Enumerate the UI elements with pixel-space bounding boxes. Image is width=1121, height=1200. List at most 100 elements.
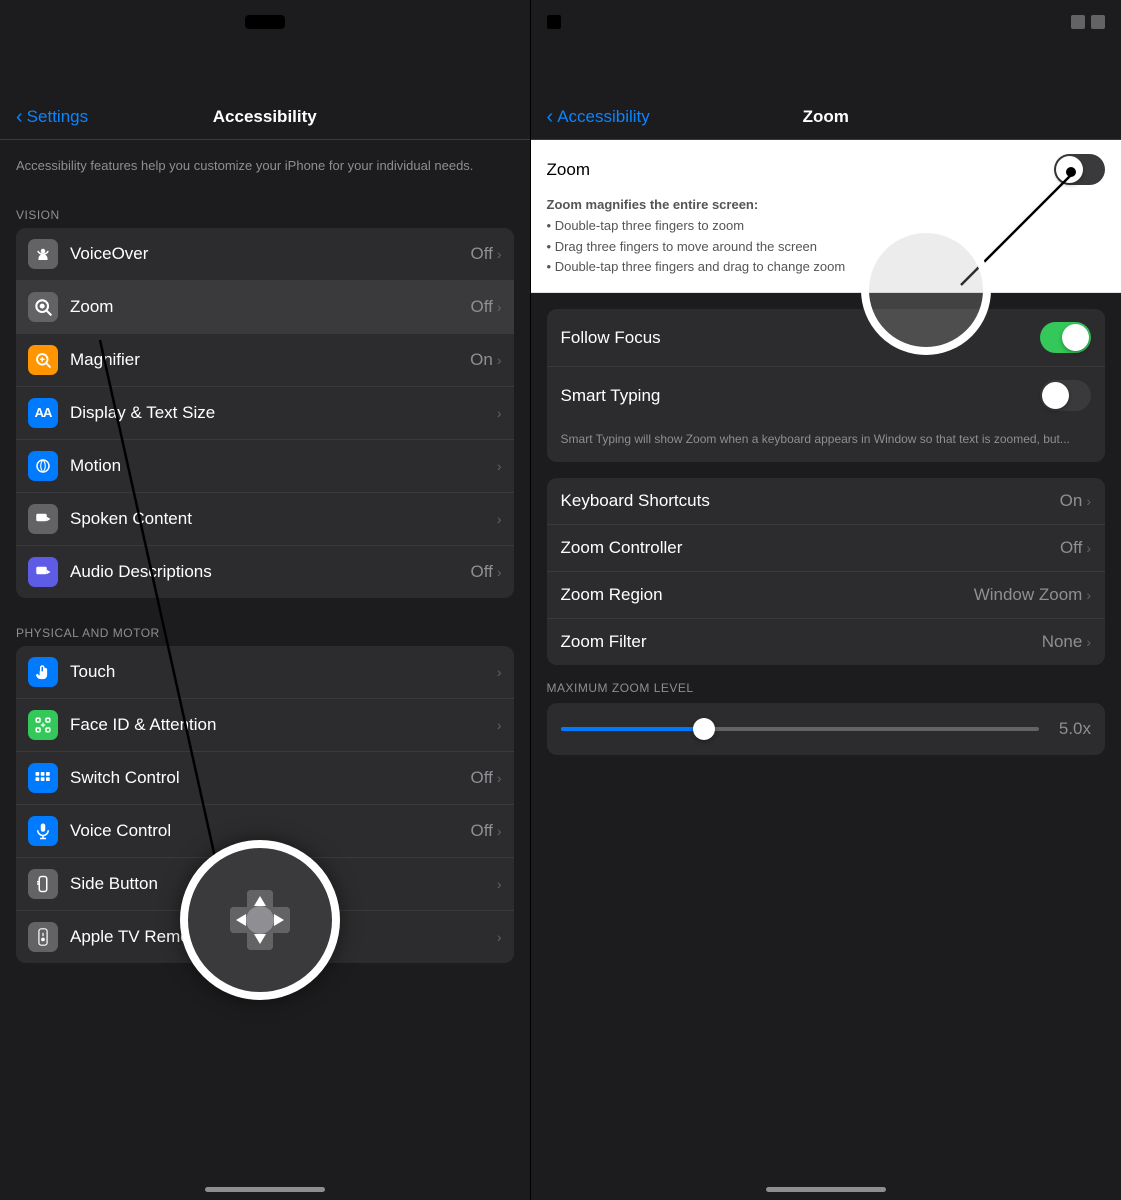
back-label: Settings — [27, 107, 88, 127]
touch-row[interactable]: Touch › — [16, 646, 514, 699]
voice-control-chevron-icon: › — [497, 823, 502, 839]
status-icon-2 — [1091, 15, 1105, 29]
side-button-icon — [28, 869, 58, 899]
zoom-desc-bold: Zoom magnifies the entire screen: — [547, 195, 1105, 216]
nav-bar-left: ‹ Settings Accessibility — [0, 44, 530, 140]
face-id-row[interactable]: Face ID & Attention › — [16, 699, 514, 752]
keyboard-shortcuts-row[interactable]: Keyboard Shortcuts On › — [547, 478, 1105, 525]
motion-row[interactable]: Motion › — [16, 440, 514, 493]
zoom-filter-label: Zoom Filter — [561, 632, 1042, 652]
voiceover-value: Off — [470, 244, 492, 264]
zoom-filter-row[interactable]: Zoom Filter None › — [547, 619, 1105, 665]
zoom-slider-fill — [561, 727, 705, 731]
zoom-region-row[interactable]: Zoom Region Window Zoom › — [547, 572, 1105, 619]
apple-tv-remote-row[interactable]: Apple TV Remote › — [16, 911, 514, 963]
display-text-size-label: Display & Text Size — [70, 403, 497, 423]
zoom-slider-thumb[interactable] — [693, 718, 715, 740]
side-button-label: Side Button — [70, 874, 497, 894]
follow-focus-label: Follow Focus — [561, 328, 1040, 348]
voiceover-icon — [28, 239, 58, 269]
accessibility-back-button[interactable]: ‹ Accessibility — [547, 107, 667, 127]
smart-typing-toggle-knob — [1042, 382, 1069, 409]
zoom-main-label: Zoom — [547, 160, 590, 180]
status-icon-1 — [1071, 15, 1085, 29]
follow-focus-row[interactable]: Follow Focus — [547, 309, 1105, 367]
zoom-label: Zoom — [70, 297, 470, 317]
zoom-toggle[interactable] — [1054, 154, 1105, 185]
zoom-max-value: 5.0x — [1051, 719, 1091, 739]
zoom-controller-row[interactable]: Zoom Controller Off › — [547, 525, 1105, 572]
max-zoom-section: MAXIMUM ZOOM LEVEL 5.0x — [547, 681, 1105, 755]
zoom-list-group: Keyboard Shortcuts On › Zoom Controller … — [547, 478, 1105, 665]
zoom-bullet-2: • Drag three fingers to move around the … — [547, 237, 1105, 258]
follow-focus-toggle[interactable] — [1040, 322, 1091, 353]
spoken-content-row[interactable]: Spoken Content › — [16, 493, 514, 546]
voiceover-label: VoiceOver — [70, 244, 470, 264]
voice-control-icon — [28, 816, 58, 846]
magnifier-row[interactable]: Magnifier On › — [16, 334, 514, 387]
smart-typing-toggle[interactable] — [1040, 380, 1091, 411]
display-text-size-chevron-icon: › — [497, 405, 502, 421]
touch-label: Touch — [70, 662, 497, 682]
apple-tv-remote-label: Apple TV Remote — [70, 927, 497, 947]
magnifier-label: Magnifier — [70, 350, 470, 370]
follow-focus-toggle-knob — [1062, 324, 1089, 351]
smart-typing-description: Smart Typing will show Zoom when a keybo… — [547, 424, 1105, 462]
touch-icon — [28, 657, 58, 687]
zoom-desc-outer: Zoom Zoom magnifies the entire screen: •… — [531, 140, 1121, 293]
chevron-left-icon: ‹ — [16, 107, 23, 127]
camera-pill-left — [245, 15, 285, 29]
home-indicator-right — [766, 1187, 886, 1192]
zoom-toggle-knob — [1056, 156, 1083, 183]
motion-label: Motion — [70, 456, 497, 476]
description-text: Accessibility features help you customiz… — [16, 156, 514, 176]
zoom-white-box: Zoom Zoom magnifies the entire screen: •… — [531, 140, 1121, 293]
zoom-icon — [28, 292, 58, 322]
zoom-value: Off — [470, 297, 492, 317]
status-icons-right — [1071, 15, 1105, 29]
spoken-content-label: Spoken Content — [70, 509, 497, 529]
page-title-right: Zoom — [667, 107, 985, 127]
zoom-controller-chevron-icon: › — [1086, 540, 1091, 556]
keyboard-shortcuts-label: Keyboard Shortcuts — [561, 491, 1060, 511]
zoom-region-value: Window Zoom — [974, 585, 1083, 605]
status-bar-left — [0, 0, 530, 44]
right-panel: ‹ Accessibility Zoom Zoom Zoom magnifies… — [531, 0, 1121, 1200]
switch-control-value: Off — [470, 768, 492, 788]
keyboard-shortcuts-chevron-icon: › — [1086, 493, 1091, 509]
spoken-content-chevron-icon: › — [497, 511, 502, 527]
back-label-right: Accessibility — [557, 107, 650, 127]
zoom-controller-value: Off — [1060, 538, 1082, 558]
display-text-size-row[interactable]: AA Display & Text Size › — [16, 387, 514, 440]
smart-typing-row[interactable]: Smart Typing — [547, 367, 1105, 424]
audio-descriptions-row[interactable]: Audio Descriptions Off › — [16, 546, 514, 598]
switch-control-icon — [28, 763, 58, 793]
magnifier-chevron-icon: › — [497, 352, 502, 368]
max-zoom-header: MAXIMUM ZOOM LEVEL — [547, 681, 1105, 703]
audio-descriptions-value: Off — [470, 562, 492, 582]
magnifier-value: On — [470, 350, 493, 370]
vision-section-header: VISION — [0, 188, 530, 228]
motion-icon — [28, 451, 58, 481]
zoom-row[interactable]: Zoom Off › — [16, 281, 514, 334]
zoom-slider-track[interactable] — [561, 727, 1039, 731]
zoom-chevron-icon: › — [497, 299, 502, 315]
accessibility-description: Accessibility features help you customiz… — [0, 140, 530, 188]
home-indicator-left — [205, 1187, 325, 1192]
side-button-row[interactable]: Side Button › — [16, 858, 514, 911]
status-bar-right — [531, 0, 1121, 44]
switch-control-label: Switch Control — [70, 768, 470, 788]
face-id-chevron-icon: › — [497, 717, 502, 733]
audio-descriptions-icon — [28, 557, 58, 587]
settings-back-button[interactable]: ‹ Settings — [16, 107, 116, 127]
audio-descriptions-chevron-icon: › — [497, 564, 502, 580]
zoom-description: Zoom magnifies the entire screen: • Doub… — [547, 195, 1105, 278]
zoom-bullet-3: • Double-tap three fingers and drag to c… — [547, 257, 1105, 278]
voice-control-row[interactable]: Voice Control Off › — [16, 805, 514, 858]
physical-motor-header: PHYSICAL AND MOTOR — [0, 606, 530, 646]
voice-control-value: Off — [470, 821, 492, 841]
switch-control-row[interactable]: Switch Control Off › — [16, 752, 514, 805]
apple-tv-remote-chevron-icon: › — [497, 929, 502, 945]
voice-control-label: Voice Control — [70, 821, 470, 841]
voiceover-row[interactable]: VoiceOver Off › — [16, 228, 514, 281]
